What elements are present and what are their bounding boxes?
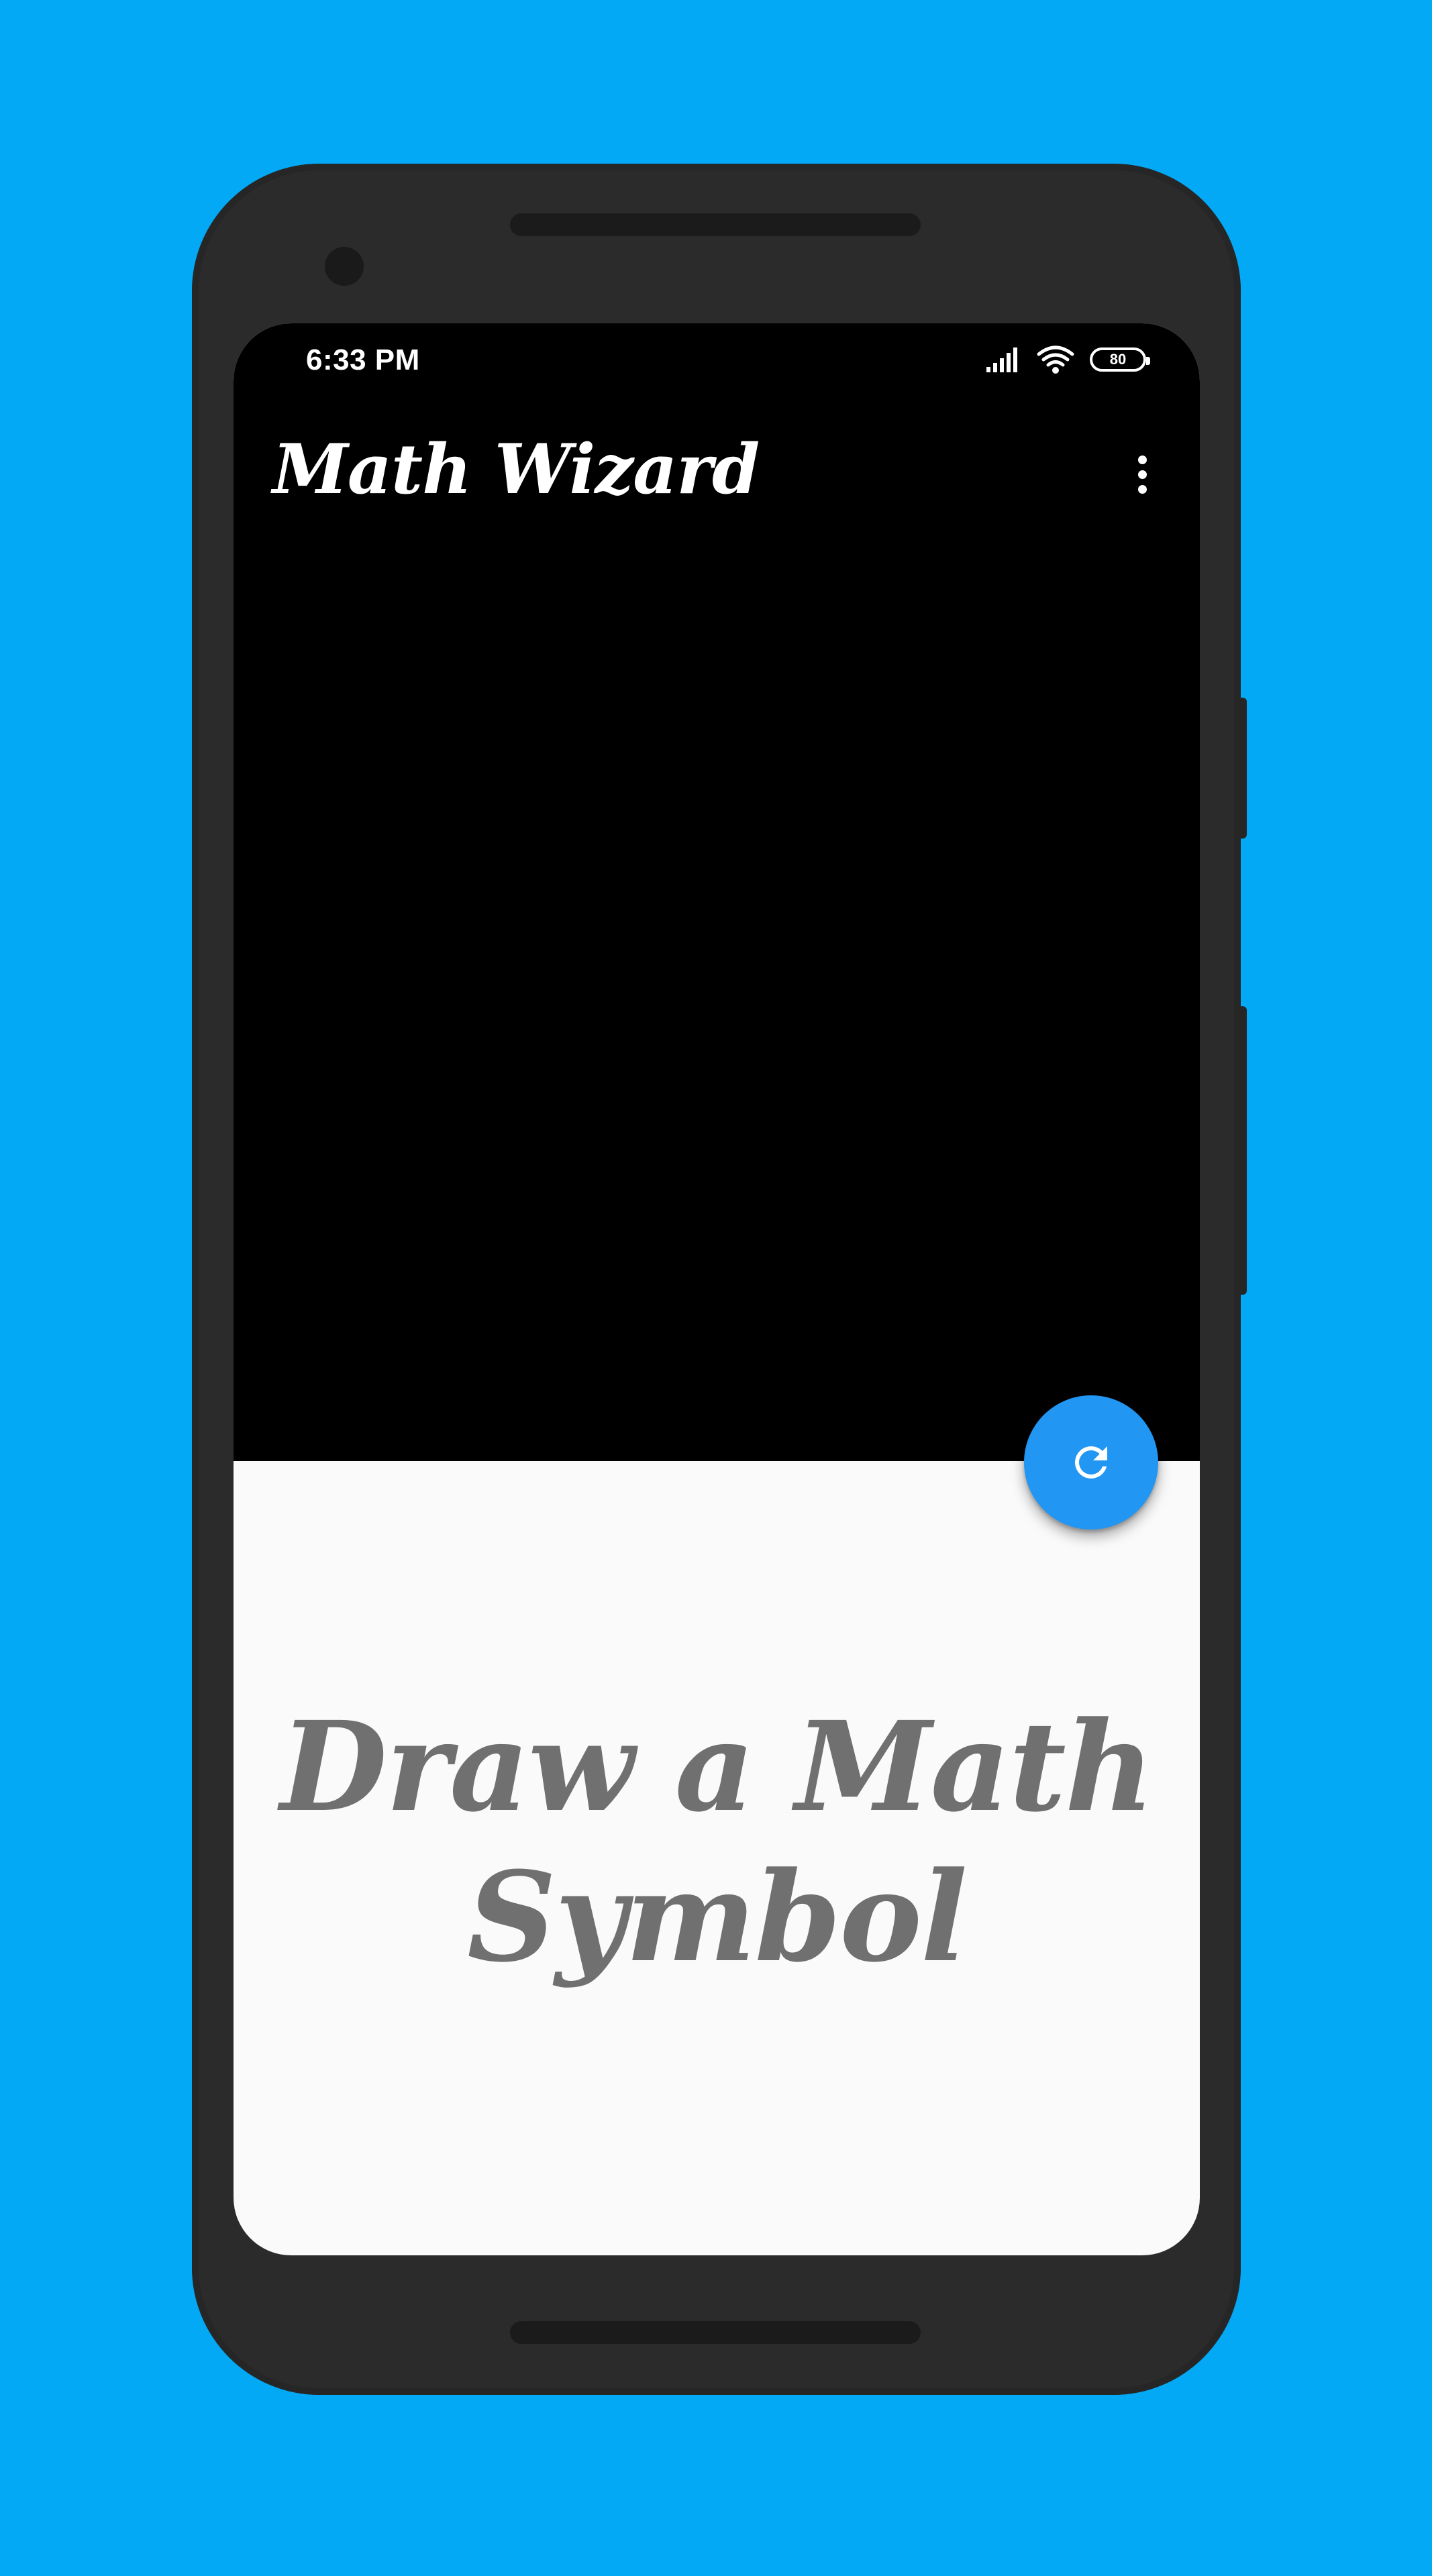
- drawing-canvas[interactable]: [234, 545, 1200, 1461]
- prompt-line-1: Draw a Math: [280, 1695, 1154, 1839]
- refresh-button[interactable]: [1024, 1395, 1158, 1529]
- bottom-speaker: [510, 2321, 921, 2344]
- earpiece-speaker: [510, 213, 921, 236]
- more-vert-icon[interactable]: [1122, 444, 1162, 504]
- front-camera: [325, 247, 364, 286]
- draw-prompt: Draw a Math Symbol: [234, 1692, 1200, 1992]
- refresh-icon: [1074, 1446, 1107, 1479]
- wifi-icon: [1037, 345, 1074, 374]
- status-icons: 80: [985, 345, 1150, 374]
- battery-icon: 80: [1090, 347, 1150, 372]
- app-title: Math Wizard: [272, 429, 760, 510]
- battery-level: 80: [1109, 351, 1127, 368]
- signal-icon: [986, 347, 1017, 372]
- phone-screen: 6:33 PM 80 Math Wizard Draw a Math Symbo…: [234, 323, 1200, 2255]
- prompt-line-2: Symbol: [467, 1845, 968, 1990]
- phone-frame: 6:33 PM 80 Math Wizard Draw a Math Symbo…: [192, 164, 1241, 2395]
- drawing-canvas-background: 6:33 PM 80 Math Wizard: [234, 323, 1200, 1461]
- status-time: 6:33 PM: [306, 343, 420, 376]
